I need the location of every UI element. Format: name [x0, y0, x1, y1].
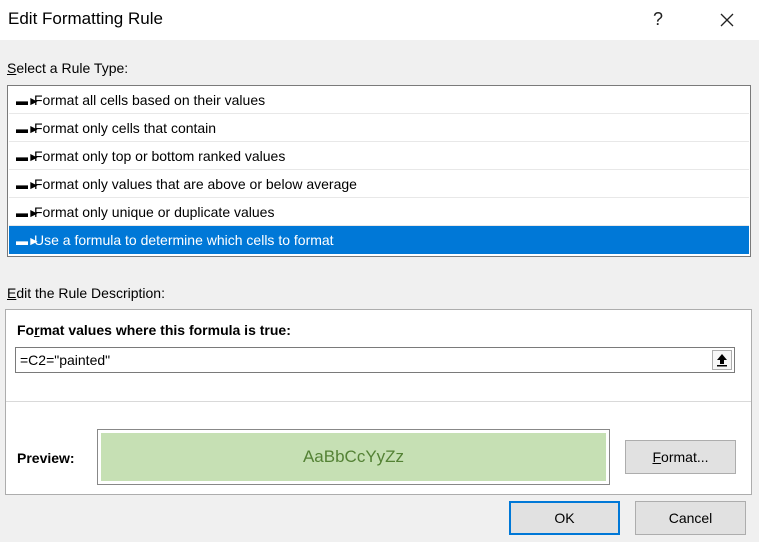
rule-type-item-label: Format all cells based on their values	[34, 92, 266, 108]
close-button[interactable]	[710, 4, 744, 34]
dialog-title: Edit Formatting Rule	[8, 9, 163, 28]
formula-value: =C2="painted"	[20, 352, 111, 368]
format-button-label: ormat...	[661, 449, 709, 465]
rule-description-label: Edit the Rule Description:	[7, 285, 165, 301]
preview-sample: AaBbCcYyZz	[101, 433, 606, 481]
collapse-dialog-icon	[717, 354, 727, 367]
formula-input[interactable]: =C2="painted"	[15, 347, 735, 373]
rule-type-item[interactable]: ▬►Format only unique or duplicate values	[9, 198, 749, 226]
arrow-right-icon: ▬►	[16, 94, 40, 108]
formula-heading-text: mat values where this formula is true:	[39, 322, 291, 338]
arrow-right-icon: ▬►	[16, 206, 40, 220]
formula-heading: Format values where this formula is true…	[17, 322, 291, 338]
title-bar: Edit Formatting Rule ?	[0, 0, 759, 40]
rule-type-list[interactable]: ▬►Format all cells based on their values…	[7, 85, 751, 257]
rule-type-item-label: Format only cells that contain	[34, 120, 217, 136]
rule-type-item[interactable]: ▬►Format all cells based on their values	[9, 86, 749, 114]
collapse-dialog-button[interactable]	[712, 350, 732, 370]
rule-type-label-access-key: S	[7, 60, 17, 76]
rule-description-label-access-key: E	[7, 285, 17, 301]
rule-type-label-text: elect a Rule Type:	[16, 60, 129, 76]
rule-type-item-label: Format only unique or duplicate values	[34, 204, 275, 220]
rule-type-item[interactable]: ▬►Format only top or bottom ranked value…	[9, 142, 749, 170]
arrow-right-icon: ▬►	[16, 122, 40, 136]
help-button[interactable]: ?	[643, 4, 673, 34]
format-button[interactable]: Format...	[625, 440, 736, 474]
formula-heading-part: Fo	[17, 322, 35, 338]
rule-type-item[interactable]: ▬►Format only values that are above or b…	[9, 170, 749, 198]
rule-description-panel: Format values where this formula is true…	[5, 309, 752, 495]
preview-label: Preview:	[17, 450, 75, 466]
rule-type-item[interactable]: ▬►Format only cells that contain	[9, 114, 749, 142]
rule-type-item-label: Use a formula to determine which cells t…	[34, 232, 334, 248]
rule-type-item-label: Format only values that are above or bel…	[34, 176, 357, 192]
rule-description-label-text: dit the Rule Description:	[16, 285, 165, 301]
ok-button[interactable]: OK	[509, 501, 620, 535]
divider	[6, 401, 751, 402]
close-icon	[720, 13, 734, 27]
arrow-right-icon: ▬►	[16, 150, 40, 164]
rule-type-item-selected[interactable]: ▬►Use a formula to determine which cells…	[9, 226, 749, 254]
cancel-button[interactable]: Cancel	[635, 501, 746, 535]
arrow-right-icon: ▬►	[16, 178, 40, 192]
format-button-access-key: F	[652, 449, 662, 465]
arrow-right-icon: ▬►	[16, 234, 40, 248]
rule-type-label: Select a Rule Type:	[7, 60, 128, 76]
rule-type-item-label: Format only top or bottom ranked values	[34, 148, 286, 164]
preview-box: AaBbCcYyZz	[97, 429, 610, 485]
